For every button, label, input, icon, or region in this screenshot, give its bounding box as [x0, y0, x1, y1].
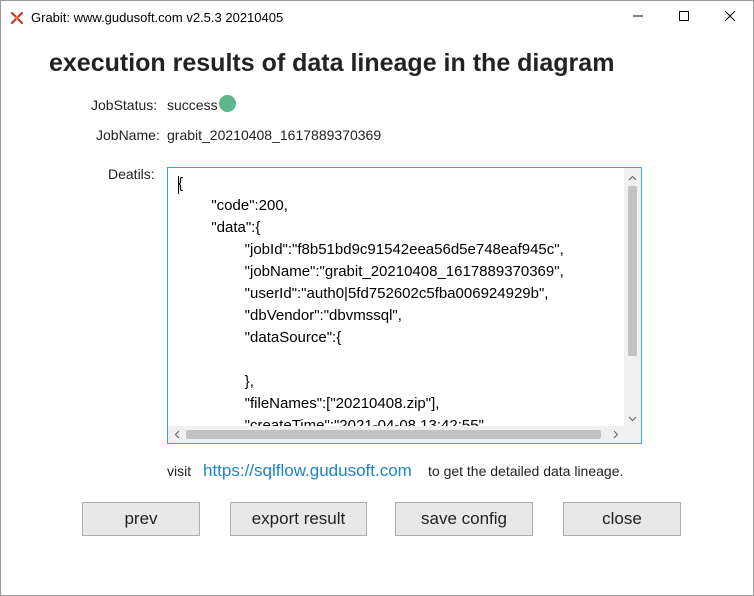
minimize-button[interactable] — [615, 1, 661, 35]
chevron-left-icon — [174, 426, 180, 444]
maximize-button[interactable] — [661, 1, 707, 35]
horizontal-scrollbar[interactable] — [168, 426, 624, 443]
app-window: Grabit: www.gudusoft.com v2.5.3 20210405… — [0, 0, 754, 596]
sqlflow-link[interactable]: https://sqlflow.gudusoft.com — [203, 461, 412, 481]
close-button[interactable]: close — [563, 502, 681, 536]
close-window-button[interactable] — [707, 1, 753, 35]
details-textarea[interactable]: { "code":200, "data":{ "jobId":"f8b51bd9… — [167, 167, 642, 444]
details-line: "dataSource":{ — [178, 329, 342, 346]
text-caret — [178, 176, 179, 194]
job-status-value: success — [167, 97, 218, 113]
details-line: "dbVendor":"dbvmssql", — [178, 307, 402, 324]
close-icon — [724, 9, 736, 27]
scroll-up-button[interactable] — [624, 168, 641, 185]
page-title: execution results of data lineage in the… — [49, 49, 615, 77]
save-config-button[interactable]: save config — [395, 502, 533, 536]
title-bar[interactable]: Grabit: www.gudusoft.com v2.5.3 20210405 — [1, 1, 753, 35]
visit-prefix: visit — [167, 463, 192, 479]
vertical-scrollbar[interactable] — [624, 168, 641, 426]
scroll-corner — [624, 426, 641, 443]
horizontal-scroll-thumb[interactable] — [186, 430, 601, 439]
job-name-value: grabit_20210408_1617889370369 — [167, 127, 382, 143]
status-indicator — [219, 95, 236, 112]
grabit-logo-icon — [10, 11, 24, 25]
chevron-down-icon — [628, 409, 637, 427]
details-content[interactable]: { "code":200, "data":{ "jobId":"f8b51bd9… — [168, 168, 624, 426]
job-status-label: JobStatus: — [91, 97, 158, 113]
maximize-icon — [678, 9, 690, 27]
vertical-scroll-thumb[interactable] — [628, 186, 637, 356]
details-line: "jobName":"grabit_20210408_1617889370369… — [178, 263, 564, 280]
details-line: "code":200, — [178, 197, 288, 214]
job-name-label: JobName: — [96, 127, 160, 143]
details-line: }, — [178, 373, 254, 390]
scroll-left-button[interactable] — [168, 426, 185, 443]
details-line: "data":{ — [178, 219, 261, 236]
details-line: "jobId":"f8b51bd9c91542eea56d5e748eaf945… — [178, 241, 564, 258]
chevron-up-icon — [628, 168, 637, 186]
prev-button[interactable]: prev — [82, 502, 200, 536]
chevron-right-icon — [613, 426, 619, 444]
details-line: "createTime":"2021-04-08 13:42:55", — [178, 417, 489, 426]
scroll-down-button[interactable] — [624, 409, 641, 426]
scroll-right-button[interactable] — [607, 426, 624, 443]
visit-suffix: to get the detailed data lineage. — [428, 463, 624, 479]
window-title: Grabit: www.gudusoft.com v2.5.3 20210405 — [31, 10, 284, 25]
details-line: "userId":"auth0|5fd752602c5fba006924929b… — [178, 285, 549, 302]
export-result-button[interactable]: export result — [230, 502, 367, 536]
minimize-icon — [632, 9, 644, 27]
details-label: Deatils: — [108, 166, 155, 182]
details-line: "fileNames":["20210408.zip"], — [178, 395, 440, 412]
